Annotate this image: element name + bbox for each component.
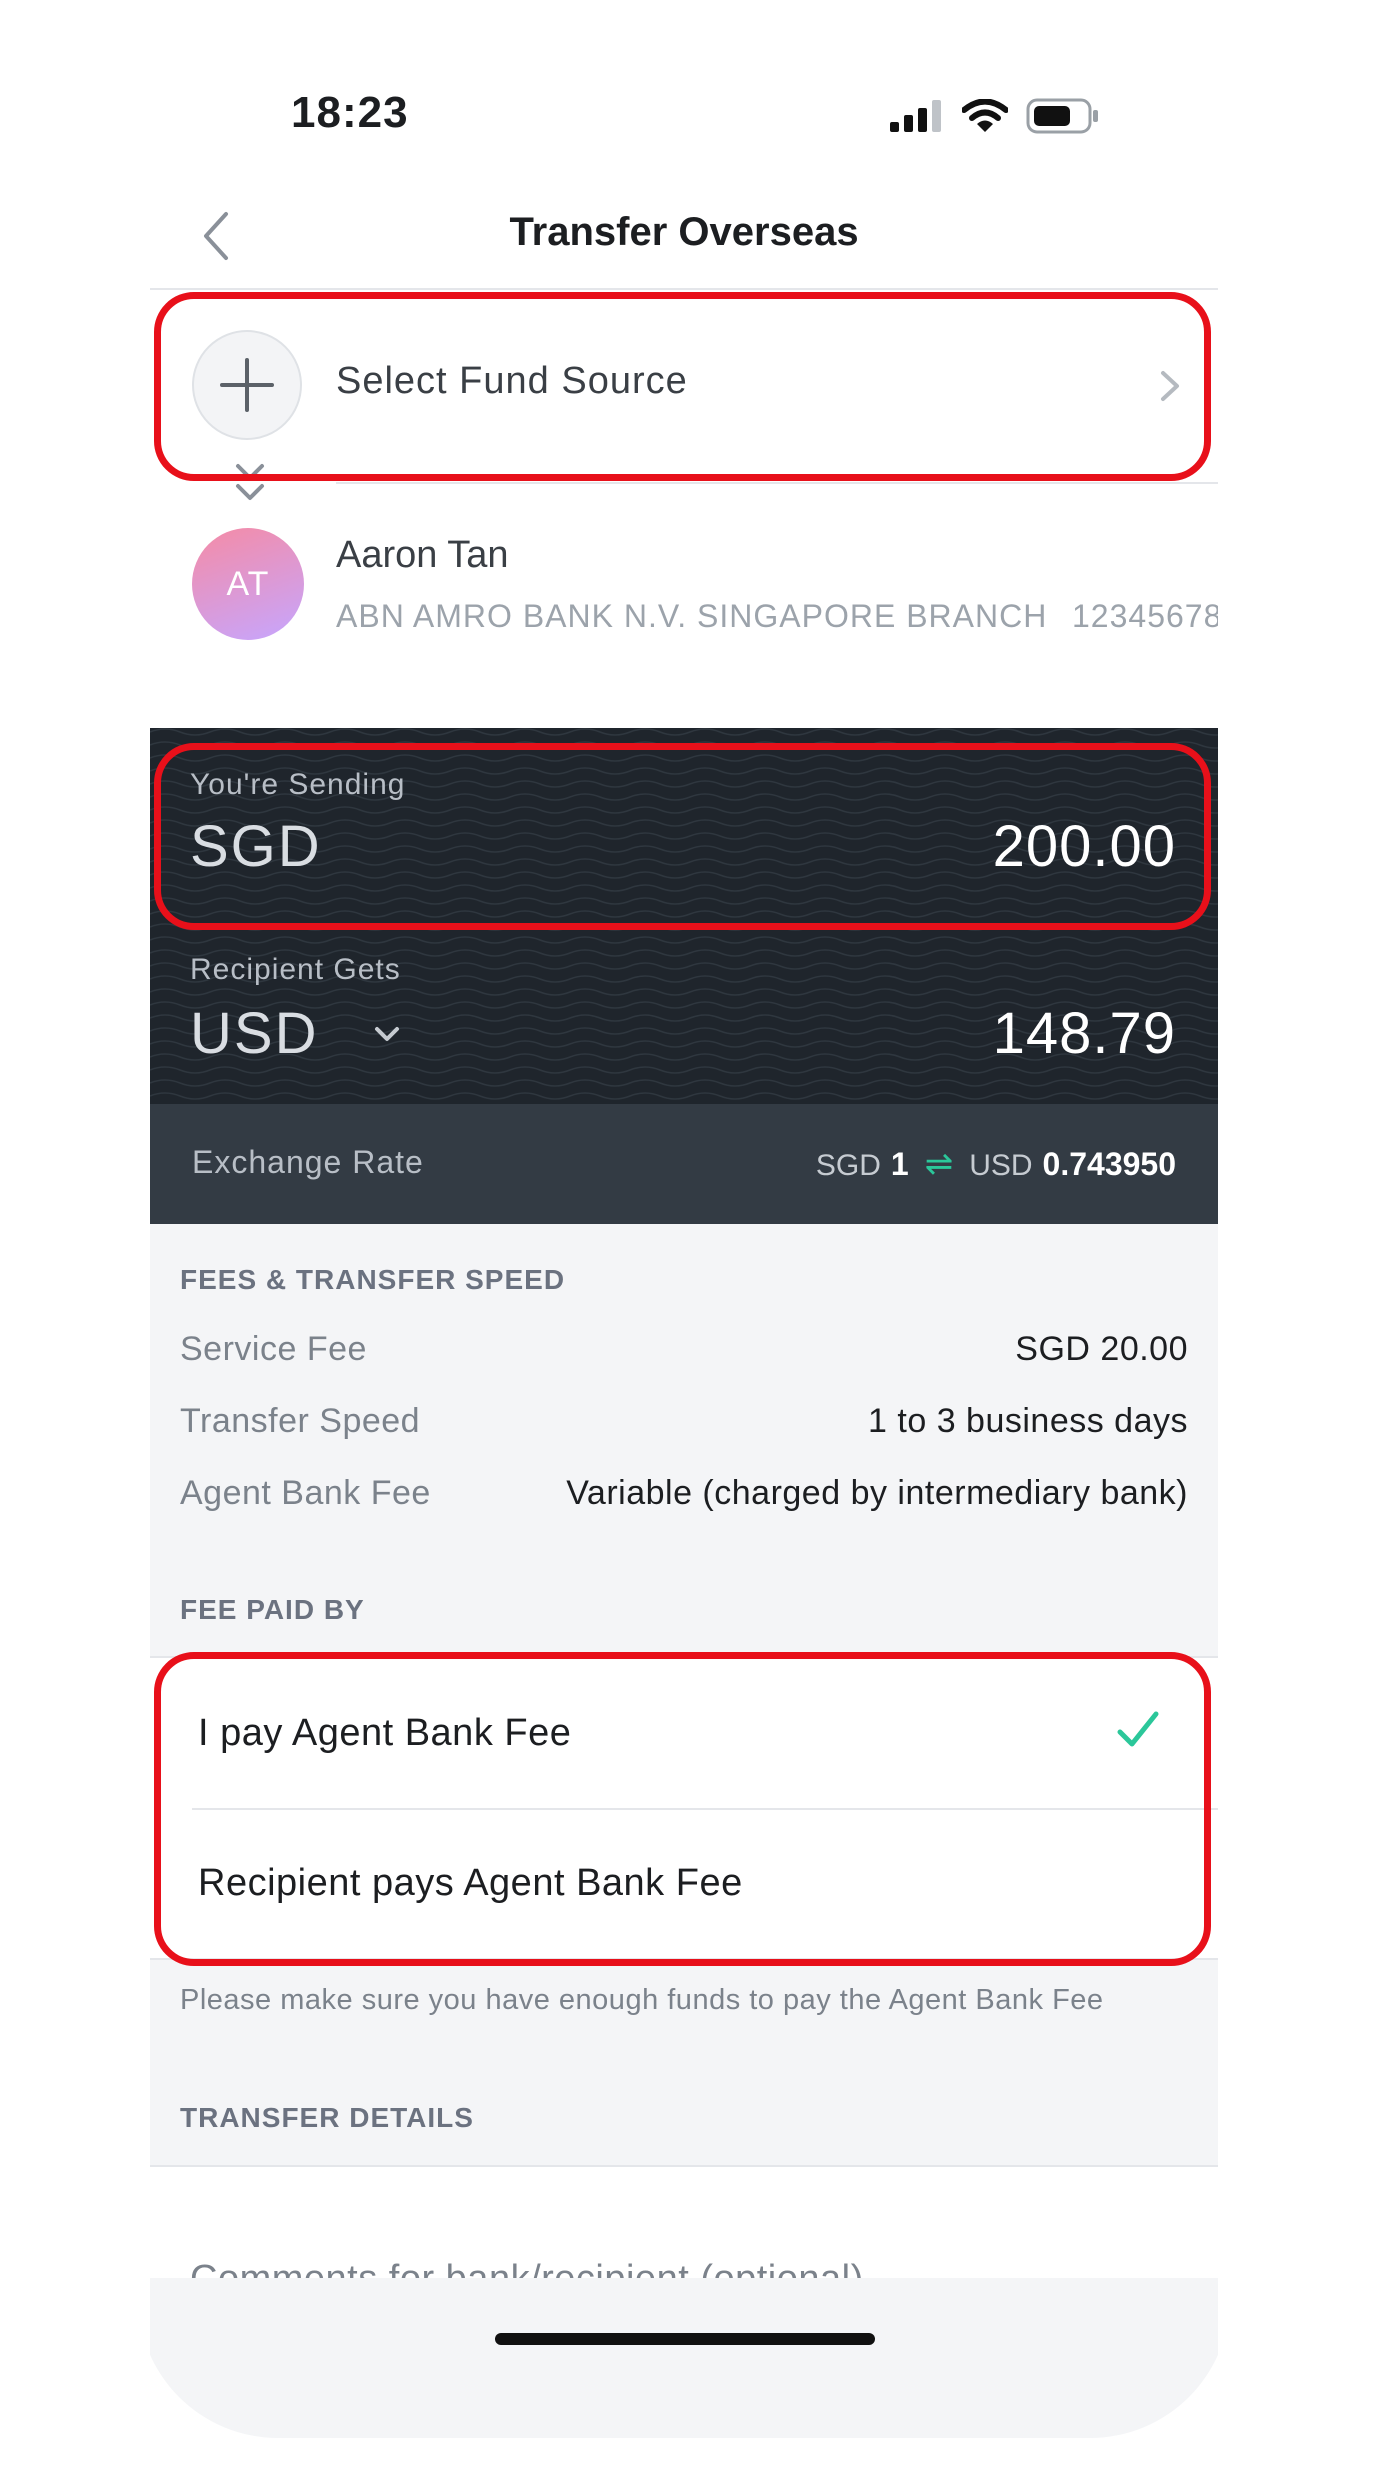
status-time: 18:23 [291, 88, 409, 137]
rate-from-amount: 1 [890, 1146, 909, 1182]
exchange-rate-value: SGD 1 ⇌ USD 0.743950 [816, 1144, 1176, 1184]
swap-arrows-icon: ⇌ [924, 1145, 954, 1183]
signal-icon [890, 100, 941, 132]
recipient-row[interactable]: AT Aaron Tan ABN AMRO BANK N.V. SINGAPOR… [150, 484, 1218, 684]
fees-heading: FEES & TRANSFER SPEED [180, 1264, 566, 1295]
recipient-bank: ABN AMRO BANK N.V. SINGAPORE BRANCH [336, 598, 1048, 634]
fee-value: SGD 20.00 [1015, 1330, 1188, 1368]
page-title: Transfer Overseas [509, 210, 859, 254]
fee-key: Transfer Speed [180, 1402, 421, 1440]
rate-to-currency: USD [969, 1149, 1033, 1182]
wave-line [150, 936, 1218, 944]
status-icons [890, 98, 1100, 134]
highlight-sending-amount [154, 743, 1211, 930]
fee-key: Service Fee [180, 1330, 367, 1368]
home-indicator[interactable] [495, 2333, 875, 2345]
fee-row-service: Service Fee SGD 20.00 [180, 1330, 1188, 1376]
recipient-account: 12345678 [1072, 598, 1218, 634]
battery-icon [1026, 98, 1098, 134]
highlight-fee-options [154, 1652, 1211, 1966]
rate-to-amount: 0.743950 [1042, 1146, 1176, 1182]
rate-from-currency: SGD [815, 1149, 881, 1182]
recipient-gets-label: Recipient Gets [190, 953, 401, 986]
phone-screen: 18:23 Transfer Overseas Select Fund Sour… [150, 0, 1218, 2475]
recipient-currency-select[interactable]: USD [190, 1000, 318, 1067]
wave-line [150, 1079, 1218, 1087]
nav-bar: Transfer Overseas [150, 170, 1218, 290]
exchange-rate-label: Exchange Rate [192, 1144, 424, 1180]
fee-note: Please make sure you have enough funds t… [180, 1984, 1104, 2016]
status-bar: 18:23 [150, 0, 1218, 170]
bottom-sheet [150, 2278, 1218, 2438]
fee-value: 1 to 3 business days [868, 1402, 1188, 1440]
fee-value: Variable (charged by intermediary bank) [566, 1474, 1188, 1512]
wave-line [150, 1066, 1218, 1074]
fee-paid-by-heading: FEE PAID BY [180, 1594, 365, 1625]
fee-row-agent: Agent Bank Fee Variable (charged by inte… [180, 1474, 1188, 1520]
wifi-icon [962, 99, 1008, 132]
wave-line [150, 988, 1218, 996]
wave-line [150, 728, 1218, 736]
wave-line [150, 1092, 1218, 1100]
recipient-avatar: AT [192, 528, 304, 640]
fee-key: Agent Bank Fee [180, 1474, 431, 1512]
recipient-amount-input[interactable]: 148.79 [993, 1000, 1176, 1067]
transfer-details-heading: TRANSFER DETAILS [180, 2102, 474, 2133]
chevron-down-icon[interactable] [372, 1024, 402, 1046]
recipient-name: Aaron Tan [336, 534, 509, 576]
highlight-fund-source [154, 292, 1211, 481]
fee-row-speed: Transfer Speed 1 to 3 business days [180, 1402, 1188, 1448]
exchange-rate-bar: Exchange Rate SGD 1 ⇌ USD 0.743950 [150, 1104, 1218, 1224]
